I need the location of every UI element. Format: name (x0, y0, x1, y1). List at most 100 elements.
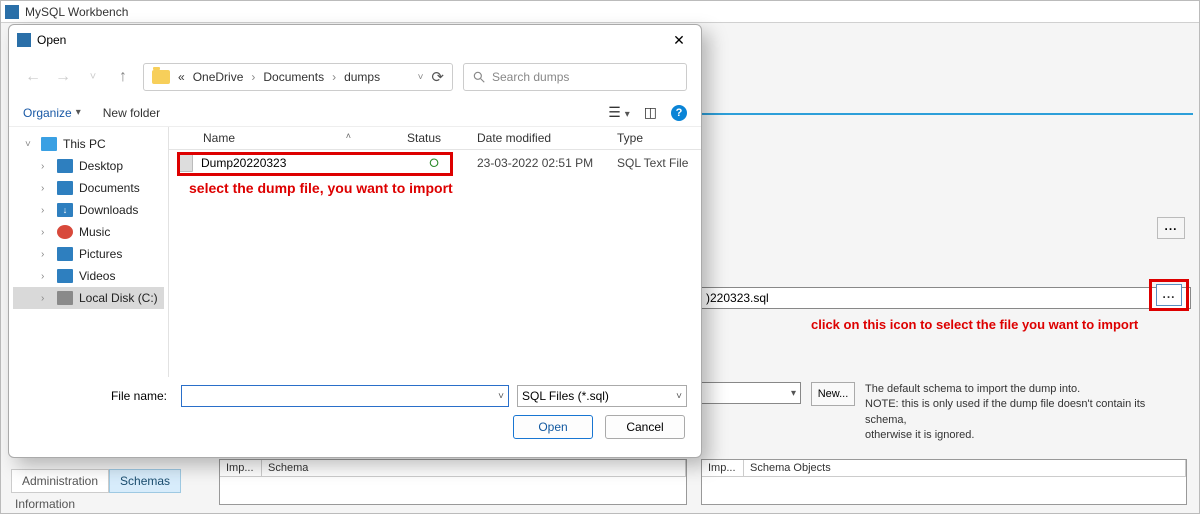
expand-icon[interactable]: › (41, 205, 51, 216)
dialog-buttons: Open Cancel (23, 415, 687, 439)
tree-label: Pictures (79, 247, 122, 261)
view-list-icon[interactable]: ☰ ▾ (608, 104, 629, 121)
cancel-button[interactable]: Cancel (605, 415, 685, 439)
tree-downloads[interactable]: ›↓Downloads (13, 199, 164, 221)
grid-header-cell: Imp... (220, 460, 262, 476)
app-icon (5, 5, 19, 19)
dialog-titlebar: Open ✕ (9, 25, 701, 55)
file-list[interactable]: Name˄ Status Date modified Type Dump2022… (169, 127, 701, 377)
dump-path-input[interactable] (701, 287, 1191, 309)
tree-this-pc[interactable]: ˅ This PC (13, 133, 164, 155)
tree-pictures[interactable]: › Pictures (13, 243, 164, 265)
breadcrumb[interactable]: « OneDrive › Documents › dumps ˅ ⟳ (143, 63, 453, 91)
annotation-select-file: select the dump file, you want to import (189, 180, 453, 196)
dialog-nav: ← → ˅ ↑ « OneDrive › Documents › dumps ˅… (9, 55, 701, 99)
expand-icon[interactable]: › (41, 249, 51, 260)
new-schema-button[interactable]: New... (811, 382, 855, 406)
chevron-down-icon[interactable]: ˅ (418, 72, 424, 83)
chevron-down-icon: ▾ (76, 107, 81, 118)
tree-desktop[interactable]: › Desktop (13, 155, 164, 177)
tree-videos[interactable]: › Videos (13, 265, 164, 287)
tree-label: Videos (79, 269, 115, 283)
filetype-label: SQL Files (*.sql) (522, 389, 609, 403)
schema-grid-left[interactable]: Imp... Schema (219, 459, 687, 505)
tab-administration[interactable]: Administration (11, 469, 109, 493)
grid-panels: Imp... Schema Imp... Schema Objects (219, 459, 1189, 505)
default-schema-select[interactable]: ▾ (701, 382, 801, 404)
tree-documents[interactable]: ›Documents (13, 177, 164, 199)
schema-note: The default schema to import the dump in… (865, 382, 1175, 444)
forward-icon[interactable]: → (53, 68, 73, 86)
disk-icon (57, 291, 73, 305)
videos-icon (57, 269, 73, 283)
expand-icon[interactable]: › (41, 227, 51, 238)
filetype-select[interactable]: SQL Files (*.sql) ˅ (517, 385, 687, 407)
divider (701, 113, 1193, 115)
col-type[interactable]: Type (609, 131, 701, 145)
expand-icon[interactable]: › (41, 293, 51, 304)
close-button[interactable]: ✕ (665, 28, 693, 52)
file-type-cell: SQL Text File (609, 156, 701, 170)
col-date[interactable]: Date modified (469, 131, 609, 145)
dialog-toolbar: Organize ▾ New folder ☰ ▾ ◫ ? (9, 99, 701, 127)
search-input[interactable]: Search dumps (463, 63, 687, 91)
schema-grid-right[interactable]: Imp... Schema Objects (701, 459, 1187, 505)
dialog-body: ˅ This PC › Desktop ›Documents ›↓Downloads… (9, 127, 701, 377)
annotation-click-icon: click on this icon to select the file yo… (811, 317, 1138, 332)
tree-label: Downloads (79, 203, 138, 217)
dialog-title: Open (37, 33, 66, 47)
filename-label: File name: (23, 389, 173, 403)
crumb-sep-icon: › (251, 70, 255, 84)
tree-label: Music (79, 225, 110, 239)
path-field-row (701, 287, 1191, 309)
open-button[interactable]: Open (513, 415, 593, 439)
schema-note-line: NOTE: this is only used if the dump file… (865, 397, 1175, 428)
crumb-dumps[interactable]: dumps (344, 70, 380, 84)
crumb-sep-icon: › (332, 70, 336, 84)
highlight-box (177, 152, 453, 176)
crumb-documents[interactable]: Documents (263, 70, 324, 84)
new-folder-button[interactable]: New folder (103, 106, 160, 120)
up-icon[interactable]: ↑ (113, 68, 133, 86)
crumb-onedrive[interactable]: OneDrive (193, 70, 244, 84)
tree-label: Desktop (79, 159, 123, 173)
chevron-down-icon[interactable]: ˅ (498, 391, 504, 402)
tree-local-disk[interactable]: › Local Disk (C:) (13, 287, 164, 309)
documents-icon (57, 181, 73, 195)
tree-label: This PC (63, 137, 106, 151)
schema-note-line: The default schema to import the dump in… (865, 382, 1175, 397)
music-icon (57, 225, 73, 239)
grid-header-cell: Imp... (702, 460, 744, 476)
information-label: Information (15, 497, 75, 511)
organize-menu[interactable]: Organize ▾ (23, 106, 81, 120)
file-date-cell: 23-03-2022 02:51 PM (469, 156, 609, 170)
view-details-icon[interactable]: ◫ (644, 104, 657, 121)
browse-button-top[interactable]: ... (1157, 217, 1185, 239)
file-list-header: Name˄ Status Date modified Type (169, 127, 701, 150)
back-icon[interactable]: ← (23, 68, 43, 86)
tree-music[interactable]: › Music (13, 221, 164, 243)
browse-button[interactable]: ... (1156, 284, 1182, 306)
recent-icon[interactable]: ˅ (83, 71, 103, 83)
col-name[interactable]: Name˄ (169, 131, 399, 145)
filename-row: File name: ˅ SQL Files (*.sql) ˅ (23, 385, 687, 407)
collapse-icon[interactable]: ˅ (25, 139, 35, 150)
refresh-icon[interactable]: ⟳ (431, 68, 444, 86)
search-placeholder: Search dumps (492, 70, 569, 84)
chevron-down-icon: ˅ (676, 391, 682, 402)
help-icon[interactable]: ? (671, 105, 687, 121)
desktop-icon (57, 159, 73, 173)
search-icon (472, 70, 486, 84)
tab-schemas[interactable]: Schemas (109, 469, 181, 493)
dialog-bottom: File name: ˅ SQL Files (*.sql) ˅ Open Can… (9, 377, 701, 451)
chevron-down-icon: ▾ (791, 388, 796, 399)
expand-icon[interactable]: › (41, 161, 51, 172)
left-nav-tabs: Administration Schemas (11, 469, 181, 493)
expand-icon[interactable]: › (41, 271, 51, 282)
grid-header-cell: Schema (262, 460, 686, 476)
folder-tree[interactable]: ˅ This PC › Desktop ›Documents ›↓Downloads… (9, 127, 169, 377)
col-status[interactable]: Status (399, 131, 469, 145)
tree-label: Local Disk (C:) (79, 291, 158, 305)
expand-icon[interactable]: › (41, 183, 51, 194)
filename-input[interactable]: ˅ (181, 385, 509, 407)
